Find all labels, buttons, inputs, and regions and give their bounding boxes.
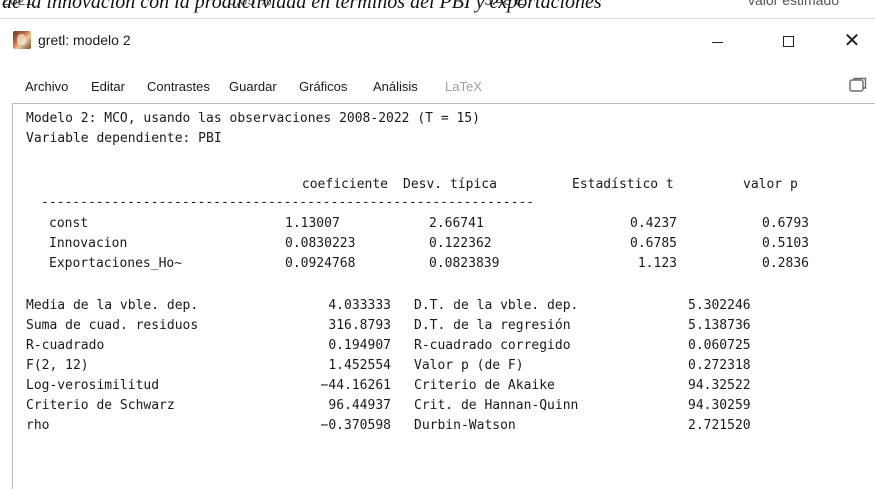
model-header-line1: Modelo 2: MCO, usando las observaciones … bbox=[26, 111, 480, 126]
close-icon: ✕ bbox=[843, 30, 861, 52]
stat-value-log-verosimilitud: −44.16261 bbox=[320, 378, 391, 393]
row-const-name: const bbox=[49, 216, 89, 231]
stat-value-valor-p-f: 0.272318 bbox=[688, 358, 751, 373]
window-title: gretl: modelo 2 bbox=[38, 32, 131, 48]
row-exportaciones-se: 0.0823839 bbox=[429, 256, 500, 271]
col-header-p: valor p bbox=[743, 177, 798, 192]
stat-label-suma-cuad: Suma de cuad. residuos bbox=[26, 318, 199, 333]
stat-value-dt-regresion: 5.138736 bbox=[688, 318, 751, 333]
menu-archivo[interactable]: Archivo bbox=[25, 79, 68, 94]
stat-label-log-verosimilitud: Log-verosimilitud bbox=[26, 378, 160, 393]
stat-value-dt-vble: 5.302246 bbox=[688, 298, 751, 313]
minimize-button[interactable] bbox=[694, 19, 740, 63]
row-const-p: 0.6793 bbox=[762, 216, 809, 231]
row-exportaciones-t: 1.123 bbox=[637, 256, 677, 271]
menu-contrastes[interactable]: Contrastes bbox=[147, 79, 210, 94]
stat-value-r2-corregido: 0.060725 bbox=[688, 338, 751, 353]
window-copy-icon[interactable] bbox=[849, 77, 867, 95]
stat-value-durbin-watson: 2.721520 bbox=[688, 418, 751, 433]
stat-label-f: F(2, 12) bbox=[26, 358, 89, 373]
stat-value-f: 1.452554 bbox=[328, 358, 391, 373]
menu-graficos[interactable]: Gráficos bbox=[299, 79, 347, 94]
stat-label-valor-p-f: Valor p (de F) bbox=[414, 358, 524, 373]
stat-label-akaike: Criterio de Akaike bbox=[414, 378, 555, 393]
maximize-icon bbox=[782, 35, 794, 47]
stat-label-durbin-watson: Durbin-Watson bbox=[414, 418, 516, 433]
stat-value-media: 4.033333 bbox=[328, 298, 391, 313]
stat-label-r2: R-cuadrado bbox=[26, 338, 105, 353]
minimize-icon bbox=[711, 41, 723, 43]
background-document: 2021 0.05 % 5.48 E valor estimado de la … bbox=[0, 0, 875, 18]
row-const-coef: 1.13007 bbox=[285, 216, 340, 231]
gretl-app-icon[interactable] bbox=[13, 31, 31, 49]
stat-value-schwarz: 96.44937 bbox=[328, 398, 391, 413]
row-exportaciones-p: 0.2836 bbox=[762, 256, 809, 271]
row-innovacion-coef: 0.0830223 bbox=[285, 236, 356, 251]
stat-label-dt-regresion: D.T. de la regresión bbox=[414, 318, 571, 333]
col-header-se: Desv. típica bbox=[403, 177, 497, 192]
row-const-t: 0.4237 bbox=[630, 216, 677, 231]
stat-label-hannan-quinn: Crit. de Hannan-Quinn bbox=[414, 398, 579, 413]
model-header-line2: Variable dependiente: PBI bbox=[26, 131, 222, 146]
gretl-model-window: gretl: modelo 2 ✕ Archivo Editar Contras… bbox=[0, 18, 875, 489]
row-exportaciones-name: Exportaciones_Ho~ bbox=[49, 256, 183, 271]
row-const-se: 2.66741 bbox=[429, 216, 484, 231]
row-exportaciones-coef: 0.0924768 bbox=[285, 256, 356, 271]
stat-label-r2-corregido: R-cuadrado corregido bbox=[414, 338, 571, 353]
menu-editar[interactable]: Editar bbox=[91, 79, 125, 94]
maximize-button[interactable] bbox=[765, 19, 811, 63]
menu-latex[interactable]: LaTeX bbox=[445, 79, 482, 94]
stat-value-hannan-quinn: 94.30259 bbox=[688, 398, 751, 413]
stat-label-rho: rho bbox=[26, 418, 50, 433]
model-output-text[interactable]: Modelo 2: MCO, usando las observaciones … bbox=[12, 103, 875, 489]
stat-label-schwarz: Criterio de Schwarz bbox=[26, 398, 175, 413]
stat-value-suma-cuad: 316.8793 bbox=[328, 318, 391, 333]
col-header-t: Estadístico t bbox=[572, 177, 674, 192]
menu-bar: Archivo Editar Contrastes Guardar Gráfic… bbox=[0, 71, 875, 101]
menu-analisis[interactable]: Análisis bbox=[373, 79, 418, 94]
table-separator: ----------------------------------------… bbox=[41, 195, 535, 210]
row-innovacion-se: 0.122362 bbox=[429, 236, 492, 251]
row-innovacion-name: Innovacion bbox=[49, 236, 128, 251]
col-header-coef: coeficiente bbox=[301, 177, 388, 192]
close-button[interactable]: ✕ bbox=[829, 19, 875, 63]
title-bar[interactable]: gretl: modelo 2 ✕ bbox=[0, 19, 875, 63]
background-document-text: de la innovación con la productividad en… bbox=[2, 0, 602, 13]
row-innovacion-t: 0.6785 bbox=[630, 236, 677, 251]
row-innovacion-p: 0.5103 bbox=[762, 236, 809, 251]
menu-guardar[interactable]: Guardar bbox=[229, 79, 277, 94]
stat-value-akaike: 94.32522 bbox=[688, 378, 751, 393]
stat-value-r2: 0.194907 bbox=[328, 338, 391, 353]
stat-label-media: Media de la vble. dep. bbox=[26, 298, 199, 313]
stat-label-dt-vble: D.T. de la vble. dep. bbox=[414, 298, 579, 313]
stat-value-rho: −0.370598 bbox=[320, 418, 391, 433]
